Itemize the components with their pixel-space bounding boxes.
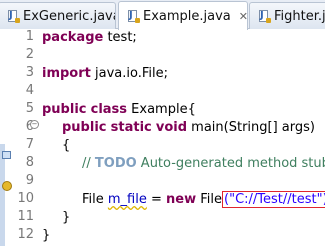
code-text: File	[196, 192, 223, 207]
editor-tab-bar: J ExGeneric.java J Example.java ✕ J Figh…	[0, 0, 325, 30]
editor-gutter: 1 2 3 4 5 6 7 8 9 10 11 12	[0, 29, 35, 246]
keyword: class	[90, 102, 128, 117]
tab-example-java[interactable]: J Example.java ✕	[118, 1, 248, 30]
task-marker-icon[interactable]	[2, 151, 11, 159]
keyword: new	[166, 192, 197, 207]
code-text: {	[62, 138, 71, 153]
code-line-11: }	[62, 209, 70, 227]
fold-toggle-icon[interactable]: −	[30, 120, 39, 129]
code-line-10: File m_file = new File ("C://Test//test")…	[82, 191, 325, 209]
highlighted-string-argument: ("C://Test//test");	[222, 191, 325, 208]
line-number: 11	[17, 209, 34, 224]
java-file-icon: J	[127, 9, 140, 23]
close-icon[interactable]: ✕	[239, 10, 247, 23]
code-line-7: {	[62, 137, 70, 155]
line-number: 3	[25, 65, 34, 80]
keyword: public	[42, 102, 87, 117]
keyword: void	[155, 120, 188, 135]
tab-exgeneric-java[interactable]: J ExGeneric.java	[0, 2, 116, 29]
warning-marker-icon[interactable]	[2, 181, 12, 191]
keyword: static	[110, 120, 152, 135]
comment: //	[82, 156, 95, 171]
string-literal: ("C://Test//test");	[224, 192, 325, 207]
code-text: }	[42, 228, 51, 243]
method-range-indicator	[0, 144, 5, 246]
code-text: java.io.File;	[90, 66, 168, 81]
code-line-12: }	[42, 227, 50, 245]
field-name-warning[interactable]: m_file	[108, 192, 147, 207]
line-number: 7	[25, 137, 34, 152]
code-text: File	[82, 192, 108, 207]
line-number: 8	[25, 155, 34, 170]
line-number: 4	[25, 83, 34, 98]
code-editor[interactable]: package test; import java.io.File; publi…	[42, 29, 325, 243]
keyword: public	[62, 120, 107, 135]
tab-label: Example.java	[143, 8, 231, 24]
tab-label: Fighter.java	[274, 8, 325, 24]
comment: Auto-generated method stub	[136, 156, 325, 171]
keyword: package	[42, 30, 104, 45]
code-text: test;	[103, 30, 137, 45]
keyword: import	[42, 66, 91, 81]
code-text: main(String[] args)	[187, 120, 315, 135]
java-file-icon: J	[7, 9, 20, 23]
code-text: }	[62, 210, 71, 225]
todo-tag: TODO	[94, 156, 137, 171]
code-line-3: import java.io.File;	[42, 65, 168, 83]
tab-label: ExGeneric.java	[23, 8, 116, 24]
code-text: =	[146, 192, 167, 207]
java-file-icon: J	[258, 9, 271, 23]
line-number: 5	[25, 101, 34, 116]
line-number: 1	[25, 29, 34, 44]
tab-fighter-java[interactable]: J Fighter.java	[249, 2, 325, 29]
code-line-8: // TODO Auto-generated method stub	[82, 155, 325, 173]
code-line-6: public static void main(String[] args)	[62, 119, 315, 137]
code-text: Example{	[127, 102, 196, 117]
line-number: 10	[17, 191, 34, 206]
code-line-5: public class Example{	[42, 101, 196, 119]
line-number: 2	[25, 47, 34, 62]
code-line-1: package test;	[42, 29, 137, 47]
